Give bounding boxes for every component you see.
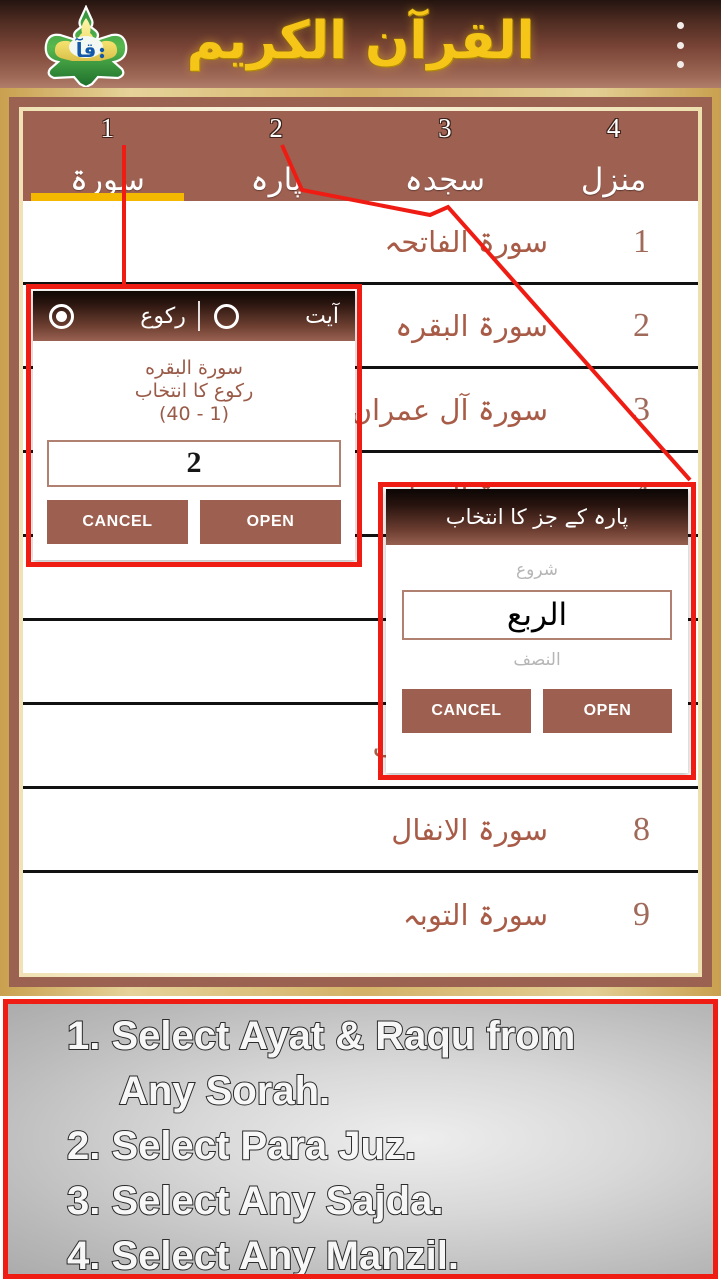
- svg-text:قآ: قآ: [75, 37, 97, 62]
- tab-para[interactable]: 2 پارہ: [192, 111, 361, 201]
- option-divider: [197, 301, 200, 331]
- instruction-line-2: Any Sorah.: [118, 1068, 331, 1114]
- radio-ayat[interactable]: [213, 303, 239, 329]
- tab-manzil[interactable]: 4 منزل: [529, 111, 698, 201]
- tab-sajda-label: سجدہ: [404, 162, 486, 199]
- tab-annotation-number-2: 2: [269, 113, 283, 143]
- radio-ruku[interactable]: [49, 303, 74, 329]
- instruction-line-1: 1. Select Ayat & Raqu from: [66, 1013, 576, 1059]
- para-dialog-title: پارہ کے جز کا انتخاب: [445, 505, 629, 529]
- surah-name: سورۃ الانفال: [391, 812, 548, 847]
- tab-manzil-label: منزل: [580, 162, 647, 199]
- quran-app-logo-icon: قآ: [38, 4, 134, 88]
- dot-2: [676, 41, 684, 49]
- surah-number: 1: [633, 222, 650, 260]
- table-row[interactable]: سورۃ الفاتحہ 1: [23, 201, 698, 285]
- overflow-menu-icon[interactable]: [667, 22, 693, 68]
- para-dialog-body: شروع الربع النصف CANCEL OPEN: [386, 545, 688, 741]
- ruku-dialog-actions: CANCEL OPEN: [47, 499, 341, 544]
- instruction-line-3: 2. Select Para Juz.: [66, 1123, 417, 1169]
- tab-surah[interactable]: 1 سورۃ: [23, 111, 192, 201]
- ruku-dialog-subtitle: ركوع كا انتخاب: [134, 380, 254, 403]
- open-button[interactable]: OPEN: [543, 689, 672, 733]
- para-dialog-actions: CANCEL OPEN: [402, 689, 672, 733]
- ruku-dialog-surah-name: سورة البقره: [145, 357, 243, 379]
- surah-name: سورۃ آل عمران: [350, 392, 548, 427]
- instruction-line-5: 4. Select Any Manzil.: [66, 1233, 460, 1279]
- para-juz-selection-dialog: پارہ کے جز کا انتخاب شروع الربع النصف CA…: [386, 489, 688, 773]
- ruku-dialog-range: (1 - 40): [158, 403, 230, 426]
- tab-annotation-number-4: 4: [606, 113, 621, 143]
- tab-para-label: پارہ: [250, 162, 302, 199]
- instructions-panel: 1. Select Ayat & Raqu from Any Sorah. 2.…: [3, 999, 718, 1279]
- picker-option-below[interactable]: النصف: [402, 645, 672, 675]
- dot-1: [676, 22, 684, 29]
- surah-number: 2: [633, 306, 650, 344]
- ruku-selection-dialog: ركوع آیت سورة البقره ركوع كا انتخاب (1 -…: [33, 291, 355, 560]
- surah-number: 8: [633, 810, 650, 848]
- picker-option-above[interactable]: شروع: [402, 555, 672, 585]
- tab-bar: 1 سورۃ 2 پارہ 3 سجدہ 4 منزل: [23, 111, 698, 201]
- tab-annotation-number-3: 3: [438, 113, 452, 143]
- surah-name: سورۃ البقرہ: [395, 308, 548, 343]
- surah-name: سورۃ التوبہ: [402, 898, 548, 932]
- surah-name: سورۃ الفاتحہ: [384, 224, 548, 259]
- radio-ayat-label: آیت: [305, 303, 339, 329]
- cancel-button[interactable]: CANCEL: [402, 689, 531, 733]
- ruku-dialog-body: سورة البقره ركوع كا انتخاب (1 - 40) 2 CA…: [33, 341, 355, 554]
- ruku-dialog-header: ركوع آیت: [33, 291, 355, 341]
- radio-ruku-label: ركوع: [140, 303, 186, 329]
- app-title-text: القرآن الكريم: [186, 11, 535, 71]
- picker-option-selected[interactable]: الربع: [402, 590, 672, 640]
- app-header-bar: قآ القرآن الكريم: [0, 0, 721, 88]
- tab-active-indicator: [31, 193, 184, 201]
- tab-annotation-number-1: 1: [100, 113, 115, 143]
- instruction-line-4: 3. Select Any Sajda.: [66, 1178, 444, 1224]
- table-row[interactable]: سورۃ التوبہ 9: [23, 873, 698, 957]
- cancel-button[interactable]: CANCEL: [47, 499, 188, 544]
- tab-sajda[interactable]: 3 سجدہ: [361, 111, 530, 201]
- app-root: قآ القرآن الكريم 1 سورۃ 2 پارہ 3 سجدہ 4 …: [0, 0, 721, 1282]
- open-button[interactable]: OPEN: [200, 499, 341, 544]
- dot-3: [676, 61, 684, 68]
- table-row[interactable]: سورۃ الانفال 8: [23, 789, 698, 873]
- para-dialog-header: پارہ کے جز کا انتخاب: [386, 489, 688, 545]
- surah-number: 9: [633, 896, 650, 933]
- surah-number: 3: [633, 390, 650, 428]
- ruku-number-input[interactable]: 2: [47, 439, 341, 487]
